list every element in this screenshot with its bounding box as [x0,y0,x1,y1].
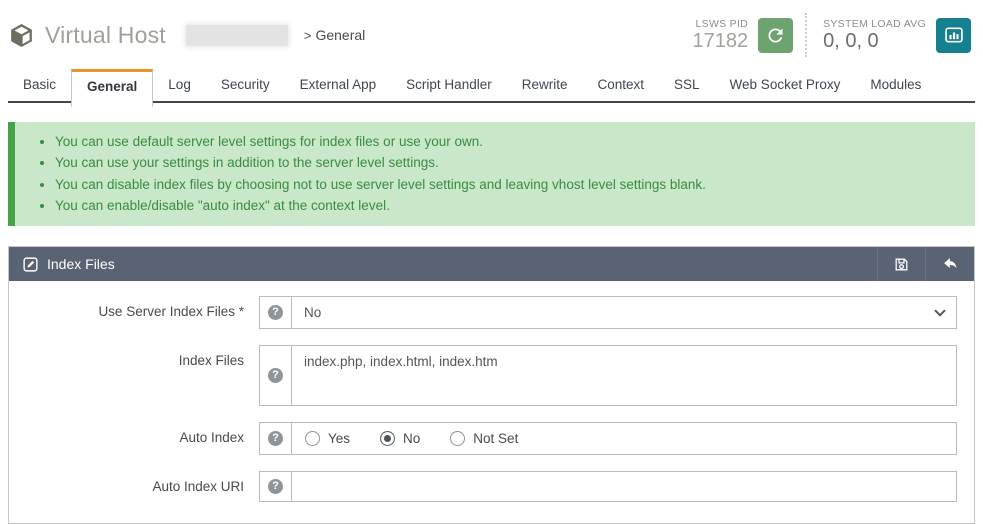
tab-security[interactable]: Security [206,69,285,101]
tab-rewrite[interactable]: Rewrite [507,69,583,101]
radio-icon [380,431,395,446]
tab-context[interactable]: Context [582,69,659,101]
tab-script-handler[interactable]: Script Handler [391,69,507,101]
form-row-auto-index-uri: Auto Index URI ? [9,471,974,502]
radio-option-not-set[interactable]: Not Set [450,431,518,446]
form-row-use-server-index-files: Use Server Index Files * ? No [9,296,974,329]
field-label: Use Server Index Files * [9,296,259,319]
edit-icon [22,256,39,273]
radio-option-yes[interactable]: Yes [305,431,350,446]
tab-modules[interactable]: Modules [855,69,936,101]
stats-divider [805,13,807,57]
refresh-icon [765,25,786,46]
auto-index-radio-group: Yes No Not Set [291,422,957,455]
restart-server-button[interactable] [758,18,793,53]
radio-label: No [403,431,420,446]
radio-icon [305,431,320,446]
lsws-pid-value: 17182 [692,30,748,52]
server-stats: LSWS PID 17182 SYSTEM LOAD AVG 0, 0, 0 [692,13,971,57]
save-icon [893,256,910,273]
breadcrumb: >General [304,27,365,43]
tab-basic[interactable]: Basic [8,69,71,101]
lsws-pid-label: LSWS PID [692,18,748,30]
info-item: You can enable/disable "auto index" at t… [55,195,957,216]
help-button-index-files[interactable]: ? [259,345,292,406]
field-label: Auto Index [9,422,259,445]
info-item: You can use default server level setting… [55,131,957,152]
field-label: Auto Index URI [9,471,259,494]
help-button-auto-index[interactable]: ? [259,422,292,455]
app-header: Virtual Host >General LSWS PID 17182 SYS… [0,0,983,68]
index-files-panel: Index Files Use Server Index Files * [8,246,975,524]
index-files-form: Use Server Index Files * ? No Index File… [9,281,974,523]
real-time-stats-button[interactable] [936,18,971,53]
lsws-pid-block: LSWS PID 17182 [692,18,748,52]
help-button-auto-index-uri[interactable]: ? [259,471,292,502]
redacted-vhost-name [186,25,288,46]
tab-log[interactable]: Log [153,69,206,101]
virtual-host-cube-icon [8,22,35,49]
page-title: Virtual Host [45,22,166,49]
info-list: You can use default server level setting… [33,131,957,216]
help-icon: ? [268,368,283,383]
page-title-area: Virtual Host >General [8,22,365,49]
help-icon: ? [268,431,283,446]
breadcrumb-current: General [315,27,365,43]
help-button-use-server-index-files[interactable]: ? [259,296,292,329]
help-icon: ? [268,305,283,320]
breadcrumb-separator: > [304,28,312,43]
form-row-index-files: Index Files ? index.php, index.html, ind… [9,345,974,406]
tab-general[interactable]: General [71,69,153,107]
radio-label: Not Set [473,431,518,446]
radio-label: Yes [328,431,350,446]
help-icon: ? [268,479,283,494]
panel-title: Index Files [47,256,115,272]
form-row-auto-index: Auto Index ? Yes N [9,422,974,455]
info-box: You can use default server level setting… [8,122,975,226]
auto-index-uri-input[interactable] [291,471,957,502]
system-load-value: 0, 0, 0 [823,30,926,52]
radio-icon [450,431,465,446]
info-item: You can disable index files by choosing … [55,174,957,195]
save-button[interactable] [877,247,925,281]
info-item: You can use your settings in addition to… [55,152,957,173]
field-label: Index Files [9,345,259,368]
index-files-panel-header: Index Files [9,247,974,281]
tab-web-socket-proxy[interactable]: Web Socket Proxy [715,69,856,101]
undo-icon [941,255,959,273]
radio-option-no[interactable]: No [380,431,420,446]
system-load-label: SYSTEM LOAD AVG [823,18,926,30]
tab-bar: Basic General Log Security External App … [8,68,975,103]
tab-ssl[interactable]: SSL [659,69,715,101]
use-server-index-files-select[interactable]: No [291,296,957,329]
tab-external-app[interactable]: External App [285,69,392,101]
index-files-textarea[interactable]: index.php, index.html, index.htm [291,345,957,406]
bar-chart-icon [944,25,964,45]
undo-button[interactable] [925,247,974,281]
system-load-block: SYSTEM LOAD AVG 0, 0, 0 [823,18,926,52]
